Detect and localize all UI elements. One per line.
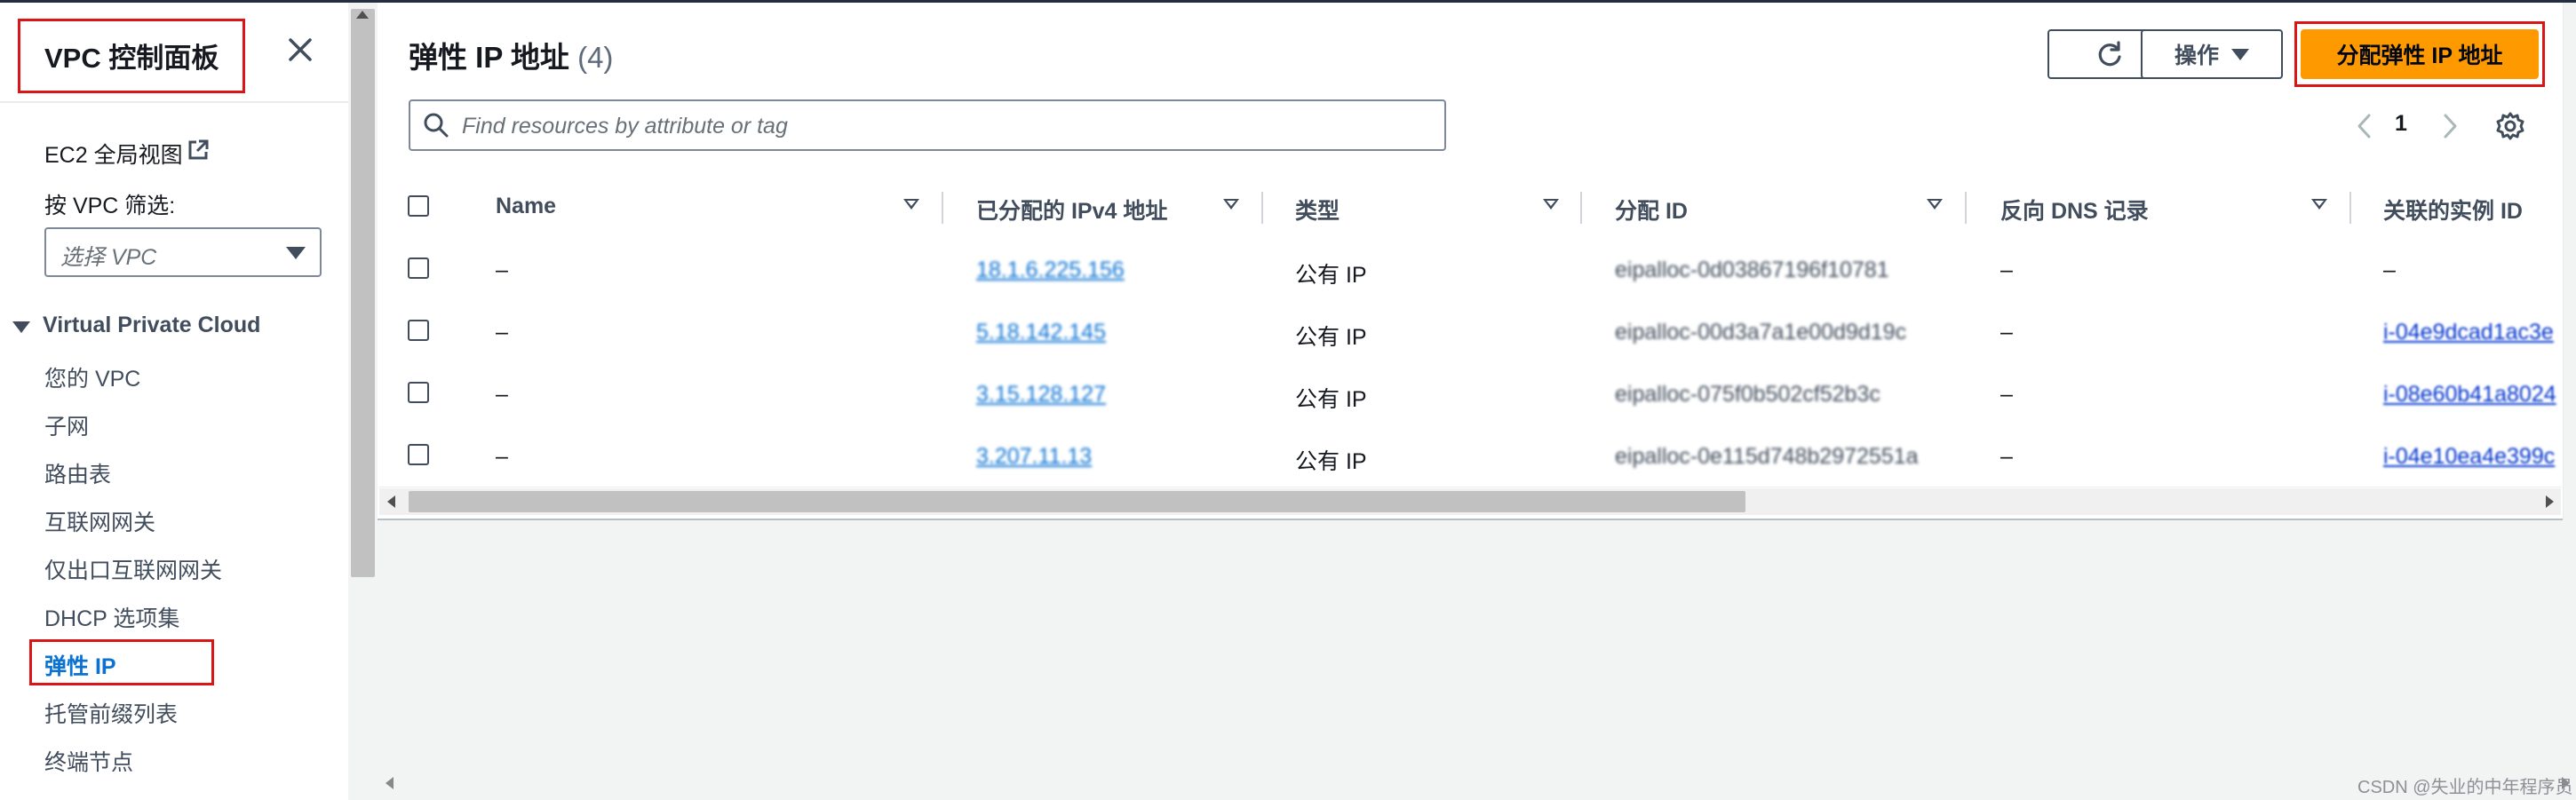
cell-type: 公有 IP — [1295, 387, 1367, 412]
allocate-highlight-box — [2294, 21, 2545, 87]
caret-down-icon — [286, 247, 306, 259]
column-divider[interactable] — [2349, 192, 2351, 224]
sort-icon[interactable] — [1543, 199, 1559, 210]
table-row[interactable]: – 5.18.142.145 公有 IP eipalloc-00d3a7a1e0… — [379, 300, 2561, 363]
sort-icon[interactable] — [1223, 199, 1239, 210]
caret-down-icon — [12, 321, 30, 333]
search-field[interactable] — [409, 99, 1446, 151]
sidebar-title: VPC 控制面板 — [44, 43, 219, 74]
gear-icon[interactable] — [2494, 110, 2526, 142]
search-icon — [424, 113, 449, 138]
page-title: 弹性 IP 地址 (4) — [409, 34, 613, 76]
column-divider[interactable] — [942, 192, 943, 224]
sort-icon[interactable] — [903, 199, 919, 210]
column-header-allocation-id[interactable]: 分配 ID — [1615, 194, 1688, 226]
cell-instance-id-link[interactable]: i-08e60b41a8024 — [2383, 382, 2570, 408]
actions-label: 操作 — [2174, 44, 2219, 68]
cell-reverse-dns: – — [2000, 320, 2013, 345]
current-page-number[interactable]: 1 — [2395, 111, 2407, 137]
search-input[interactable] — [460, 101, 1441, 151]
column-divider[interactable] — [1261, 192, 1263, 224]
column-header-reverse-dns[interactable]: 反向 DNS 记录 — [2000, 194, 2149, 226]
row-checkbox[interactable] — [408, 320, 429, 341]
column-header-ipv4[interactable]: 已分配的 IPv4 地址 — [976, 194, 1167, 226]
sidebar-item-dhcp-options[interactable]: DHCP 选项集 — [44, 601, 179, 633]
table-row[interactable]: – 3.15.128.127 公有 IP eipalloc-075f0b502c… — [379, 362, 2561, 425]
scroll-left-arrow-icon[interactable] — [386, 777, 394, 789]
cell-reverse-dns: – — [2000, 444, 2013, 469]
cell-allocation-id: eipalloc-0e115d748b2972551a — [1615, 444, 1919, 469]
vpc-filter-placeholder: 选择 VPC — [60, 245, 157, 270]
ec2-global-view-link[interactable]: EC2 全局视图 — [44, 138, 183, 170]
sort-icon[interactable] — [2311, 199, 2327, 210]
close-icon[interactable] — [282, 32, 318, 67]
table-scrollbar-thumb[interactable] — [409, 491, 1745, 512]
scroll-up-arrow-icon[interactable] — [356, 11, 369, 19]
cell-allocation-id: eipalloc-0d03867196f10781 — [1615, 257, 1889, 282]
cell-ipv4-link[interactable]: 18.1.6.225.156 — [976, 257, 1125, 283]
sidebar-item-subnets[interactable]: 子网 — [44, 409, 89, 441]
sidebar-item-prefix-lists[interactable]: 托管前缀列表 — [44, 697, 178, 729]
scroll-right-arrow-icon[interactable] — [2546, 495, 2554, 508]
sidebar-item-your-vpcs[interactable]: 您的 VPC — [44, 361, 140, 393]
cell-instance-id-link[interactable]: i-04e10ea4e399c — [2383, 444, 2570, 470]
row-checkbox[interactable] — [408, 257, 429, 279]
cell-instance-id-link[interactable]: i-04e9dcad1ac3e — [2383, 320, 2570, 345]
table-row[interactable]: – 18.1.6.225.156 公有 IP eipalloc-0d038671… — [379, 238, 2561, 301]
cell-reverse-dns: – — [2000, 382, 2013, 407]
table-header: Name 已分配的 IPv4 地址 类型 分配 ID 反向 DNS 记录 关联的… — [379, 176, 2561, 240]
item-count: (4) — [577, 41, 614, 74]
cell-type: 公有 IP — [1295, 325, 1367, 350]
previous-page-icon[interactable] — [2352, 111, 2377, 141]
elastic-ip-highlight-box — [29, 639, 214, 685]
cell-name: – — [496, 444, 508, 469]
sidebar-item-egress-only-gateways[interactable]: 仅出口互联网网关 — [44, 553, 222, 585]
column-header-name[interactable]: Name — [496, 194, 556, 219]
refresh-icon — [2098, 41, 2121, 67]
panel-divider — [378, 519, 2563, 520]
cell-name: – — [496, 257, 508, 282]
sidebar-divider — [0, 101, 348, 103]
external-link-icon — [188, 139, 209, 160]
cell-instance-id: – — [2383, 257, 2396, 282]
column-header-instance-id[interactable]: 关联的实例 ID — [2383, 194, 2523, 226]
column-divider[interactable] — [1965, 192, 1967, 224]
watermark: CSDN @失业的中年程序员 — [2357, 778, 2573, 797]
cell-name: – — [496, 320, 508, 345]
sidebar-section-label: Virtual Private Cloud — [43, 313, 261, 337]
vpc-filter-select[interactable]: 选择 VPC — [44, 227, 322, 277]
sidebar-item-endpoints[interactable]: 终端节点 — [44, 745, 133, 777]
cell-allocation-id: eipalloc-00d3a7a1e00d9d19c — [1615, 320, 1907, 345]
row-checkbox[interactable] — [408, 444, 429, 465]
cell-name: – — [496, 382, 508, 407]
next-page-icon[interactable] — [2437, 111, 2462, 141]
caret-down-icon — [2231, 48, 2249, 60]
row-checkbox[interactable] — [408, 382, 429, 403]
select-all-checkbox[interactable] — [408, 195, 429, 217]
sidebar-scrollbar-thumb[interactable] — [351, 9, 375, 577]
cell-ipv4-link[interactable]: 5.18.142.145 — [976, 320, 1106, 345]
cell-type: 公有 IP — [1295, 449, 1367, 474]
table-row[interactable]: – 3.207.11.13 公有 IP eipalloc-0e115d748b2… — [379, 424, 2561, 487]
sidebar-item-internet-gateways[interactable]: 互联网网关 — [44, 505, 155, 537]
page-title-text: 弹性 IP 地址 — [409, 41, 569, 74]
cell-type: 公有 IP — [1295, 263, 1367, 288]
vpc-filter-label: 按 VPC 筛选: — [44, 194, 176, 218]
scroll-left-arrow-icon[interactable] — [387, 495, 395, 508]
cell-ipv4-link[interactable]: 3.207.11.13 — [976, 444, 1092, 470]
actions-button[interactable]: 操作 — [2141, 29, 2283, 79]
cell-ipv4-link[interactable]: 3.15.128.127 — [976, 382, 1106, 408]
sidebar-item-route-tables[interactable]: 路由表 — [44, 457, 111, 489]
column-divider[interactable] — [1580, 192, 1582, 224]
column-header-type[interactable]: 类型 — [1295, 194, 1340, 226]
sort-icon[interactable] — [1927, 199, 1943, 210]
cell-reverse-dns: – — [2000, 257, 2013, 282]
cell-allocation-id: eipalloc-075f0b502cf52b3c — [1615, 382, 1880, 407]
